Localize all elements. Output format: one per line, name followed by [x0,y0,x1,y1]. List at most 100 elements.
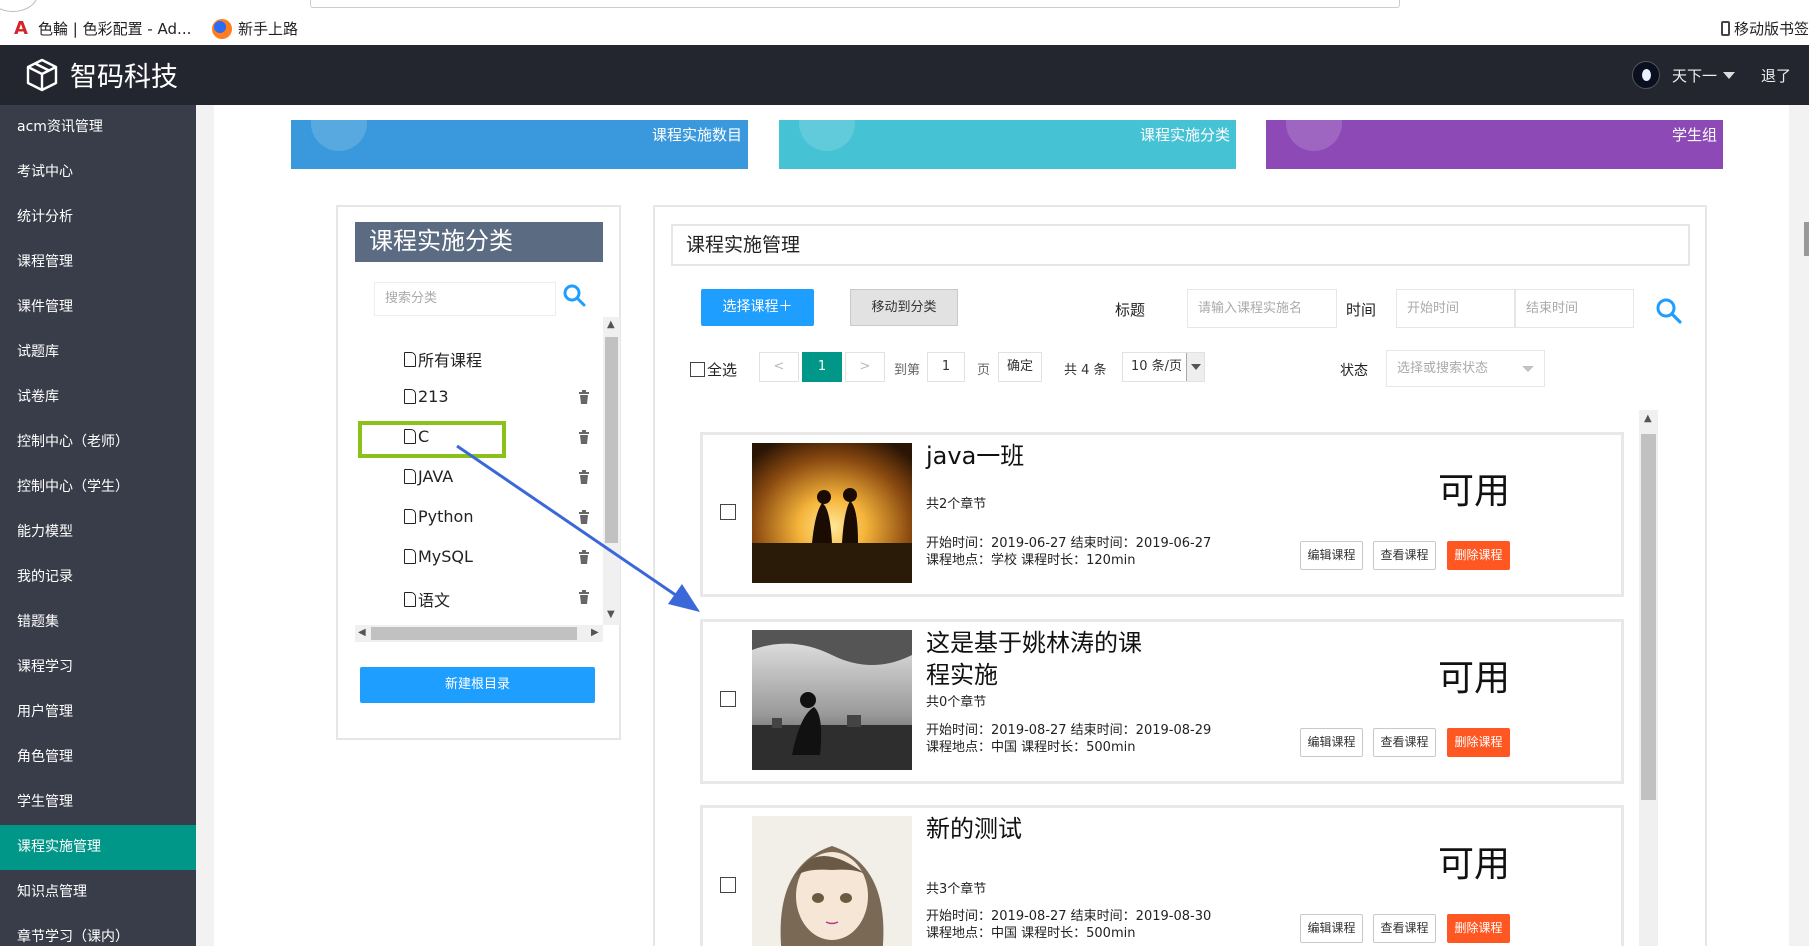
sidebar-item-knowledge-points[interactable]: 知识点管理 [0,870,196,915]
view-course-button[interactable]: 查看课程 [1373,914,1436,943]
course-title[interactable]: 新的测试 [926,813,1156,845]
sidebar-item-control-teacher[interactable]: 控制中心（老师） [0,420,196,465]
trash-icon[interactable] [578,430,590,444]
view-course-button[interactable]: 查看课程 [1373,728,1436,757]
title-filter-label: 标题 [1115,301,1146,319]
sidebar-item-students[interactable]: 学生管理 [0,780,196,825]
view-course-button[interactable]: 查看课程 [1373,541,1436,570]
category-search-input[interactable]: 搜索分类 [374,282,556,316]
logout-link[interactable]: 退了 [1761,65,1791,86]
pager-prev-button[interactable]: < [759,352,799,382]
bookmark-mobile[interactable]: 移动版书签 [1720,18,1809,39]
search-icon[interactable] [1655,297,1683,325]
scrollbar-thumb[interactable] [1641,434,1656,800]
edit-course-button[interactable]: 编辑课程 [1300,728,1363,757]
bookmark-adobe-color[interactable]: A 色輪 | 色彩配置 - Ad... [10,18,191,39]
browser-back-button[interactable] [0,0,38,12]
pager-current-page[interactable]: 1 [802,352,842,382]
course-checkbox[interactable] [720,877,736,893]
stat-card-student-groups[interactable]: 学生组 [1266,120,1723,169]
tree-item-chinese[interactable]: 语文 [404,587,450,611]
sidebar-item-courseware[interactable]: 课件管理 [0,285,196,330]
tree-item-java[interactable]: JAVA [404,467,453,486]
course-title[interactable]: java一班 [926,440,1156,472]
sidebar-item-course-implementation[interactable]: 课程实施管理 [0,825,196,870]
edit-course-button[interactable]: 编辑课程 [1300,541,1363,570]
page-scrollbar[interactable] [1804,222,1809,256]
browser-address-bar[interactable] [310,0,1400,8]
username[interactable]: 天下一 [1672,65,1717,86]
sidebar-item-users[interactable]: 用户管理 [0,690,196,735]
scroll-left-icon[interactable]: ◀ [358,627,366,638]
app-header: 智码科技 天下一 退了 [0,45,1809,105]
delete-course-button[interactable]: 删除课程 [1447,728,1510,757]
trash-icon[interactable] [578,590,590,604]
course-title[interactable]: 这是基于姚林涛的课程实施 [926,627,1156,691]
end-time-input[interactable]: 结束时间 [1515,289,1634,328]
sidebar-item-statistics[interactable]: 统计分析 [0,195,196,240]
scrollbar-thumb[interactable] [605,337,618,543]
page-size-value: 10 条/页 [1131,359,1183,374]
tree-item-213[interactable]: 213 [404,387,449,406]
tree-horizontal-scrollbar[interactable]: ◀ ▶ [355,625,603,642]
start-time-input[interactable]: 开始时间 [1396,289,1515,328]
title-search-input[interactable]: 请输入课程实施名 [1187,289,1337,328]
pager-goto-input[interactable]: 1 [927,352,965,382]
sidebar-item-ability-model[interactable]: 能力模型 [0,510,196,555]
select-course-button[interactable]: 选择课程＋ [701,289,814,326]
sidebar-item-course-study[interactable]: 课程学习 [0,645,196,690]
pager-confirm-button[interactable]: 确定 [998,352,1042,382]
scroll-right-icon[interactable]: ▶ [591,627,599,638]
sidebar-item-course-management[interactable]: 课程管理 [0,240,196,285]
sidebar-item-my-records[interactable]: 我的记录 [0,555,196,600]
move-to-category-button[interactable]: 移动到分类 [850,289,958,326]
delete-course-button[interactable]: 删除课程 [1447,541,1510,570]
tree-item-mysql[interactable]: MySQL [404,547,473,566]
scroll-up-icon[interactable]: ▲ [607,319,615,330]
app-name: 智码科技 [70,62,178,93]
tree-item-all-courses[interactable]: 所有课程 [404,347,482,371]
trash-icon[interactable] [578,510,590,524]
delete-course-button[interactable]: 删除课程 [1447,914,1510,943]
edit-course-button[interactable]: 编辑课程 [1300,914,1363,943]
course-checkbox[interactable] [720,504,736,520]
checkbox[interactable] [690,362,705,377]
avatar[interactable] [1631,61,1660,89]
course-card: java一班 共2个章节 开始时间：2019-06-27 结束时间：2019-0… [700,432,1624,597]
sidebar-item-exam-center[interactable]: 考试中心 [0,150,196,195]
chevron-down-icon[interactable] [1186,353,1204,381]
sidebar-item-chapter-study[interactable]: 章节学习（课内） [0,915,196,946]
course-location-duration: 课程地点：中国 课程时长：500min [926,740,1136,755]
course-checkbox[interactable] [720,691,736,707]
scrollbar-thumb[interactable] [371,627,577,640]
stat-card-course-categories[interactable]: 课程实施分类 [779,120,1236,169]
page-size-select[interactable]: 10 条/页 [1122,352,1205,382]
bookmark-getting-started[interactable]: 新手上路 [212,18,298,39]
tree-item-python[interactable]: Python [404,507,473,526]
select-all-checkbox[interactable]: 全选 [690,359,737,380]
app-logo[interactable]: 智码科技 [24,55,178,94]
sidebar-item-wrong-questions[interactable]: 错题集 [0,600,196,645]
card-title: 课程实施分类 [1139,126,1230,144]
sidebar-item-acm-news[interactable]: acm资讯管理 [0,105,196,150]
course-list-scrollbar[interactable]: ▲ [1639,410,1658,946]
document-icon [404,591,416,607]
new-root-button[interactable]: 新建根目录 [360,667,595,703]
trash-icon[interactable] [578,470,590,484]
stat-card-course-count[interactable]: 课程实施数目 [291,120,748,169]
page-root: A 色輪 | 色彩配置 - Ad... 新手上路 移动版书签 智码科技 天下一 … [0,0,1809,946]
sidebar-item-roles[interactable]: 角色管理 [0,735,196,780]
scroll-down-icon[interactable]: ▼ [607,609,615,620]
sidebar-item-paper-bank[interactable]: 试卷库 [0,375,196,420]
tree-vertical-scrollbar[interactable]: ▲ ▼ [603,317,620,625]
sidebar-item-control-student[interactable]: 控制中心（学生） [0,465,196,510]
trash-icon[interactable] [578,550,590,564]
course-dates: 开始时间：2019-08-27 结束时间：2019-08-29 课程地点：中国 … [926,722,1211,756]
trash-icon[interactable] [578,390,590,404]
sidebar-item-question-bank[interactable]: 试题库 [0,330,196,375]
search-icon[interactable] [562,283,588,309]
status-select[interactable]: 选择或搜索状态 [1386,350,1545,387]
pager-next-button[interactable]: > [845,352,885,382]
chevron-down-icon[interactable] [1722,71,1735,79]
scroll-up-icon[interactable]: ▲ [1644,413,1652,424]
